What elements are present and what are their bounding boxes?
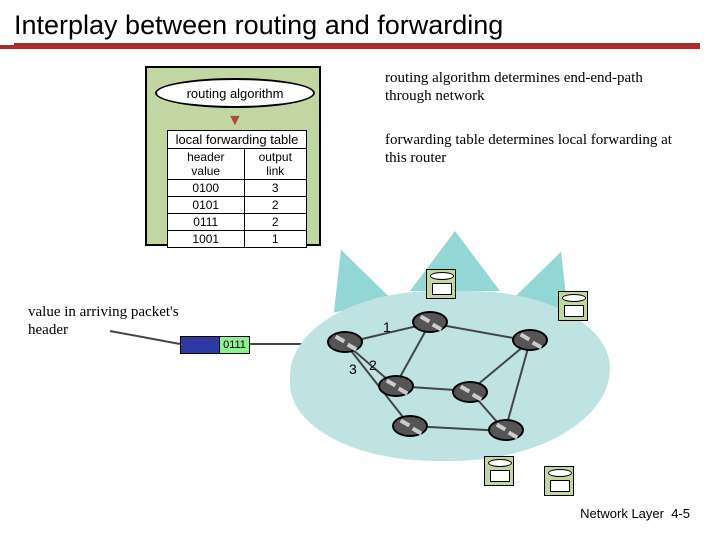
forwarding-table-grid: header value output link 01003 01012 011…: [167, 148, 307, 248]
footer-chapter: Network Layer: [580, 506, 664, 521]
router-icon: [378, 375, 414, 397]
slide-footer: Network Layer 4-5: [580, 506, 690, 521]
table-row: 01112: [168, 214, 307, 231]
router-icon: [392, 415, 428, 437]
packet-body: [180, 336, 220, 354]
forwarding-table-header-hv: header value: [168, 149, 245, 180]
mini-router-box: [544, 466, 574, 496]
routing-algorithm-oval: routing algorithm: [155, 78, 315, 108]
forwarding-table-title: local forwarding table: [167, 130, 307, 148]
router-icon: [512, 329, 548, 351]
router-icon: [452, 381, 488, 403]
mini-router-box: [484, 456, 514, 486]
slide-content: routing algorithm ▼ local forwarding tab…: [0, 51, 720, 531]
caption-packet-header: value in arriving packet's header: [28, 303, 188, 339]
caption-forwarding-table: forwarding table determines local forwar…: [385, 131, 685, 167]
packet-header-value: 0111: [220, 336, 250, 354]
port-label-2: 2: [369, 357, 377, 373]
arrow-down-icon: ▼: [227, 112, 243, 130]
table-row: 01012: [168, 197, 307, 214]
table-row: 10011: [168, 231, 307, 248]
port-label-1: 1: [383, 319, 391, 335]
router-detail-box: routing algorithm ▼ local forwarding tab…: [145, 66, 321, 246]
caption-routing-algo: routing algorithm determines end-end-pat…: [385, 69, 685, 105]
footer-page: 4-5: [671, 506, 690, 521]
forwarding-table-header-ol: output link: [244, 149, 306, 180]
router-icon: [327, 331, 363, 353]
mini-router-box: [426, 269, 456, 299]
forwarding-table: local forwarding table header value outp…: [167, 130, 307, 248]
network-cloud: 1 2 3: [260, 261, 630, 491]
arriving-packet: 0111: [180, 336, 250, 354]
router-icon: [488, 419, 524, 441]
mini-router-box: [558, 291, 588, 321]
port-label-3: 3: [349, 361, 357, 377]
router-icon: [412, 311, 448, 333]
slide-title: Interplay between routing and forwarding: [0, 0, 700, 49]
table-row: 01003: [168, 180, 307, 197]
